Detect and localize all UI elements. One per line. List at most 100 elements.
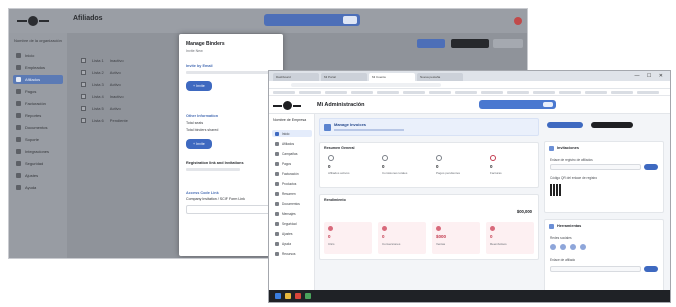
invite-button-2[interactable]: + Invite xyxy=(186,139,212,149)
sidebar-item-active[interactable]: Inicio xyxy=(272,130,312,137)
table-row[interactable]: Lista 5 Activo xyxy=(81,103,121,113)
start-icon[interactable] xyxy=(275,293,281,299)
browser-tab[interactable]: Nueva pestaña xyxy=(417,73,463,81)
kpi-tile: 0 Conversiones xyxy=(378,222,426,254)
social-icon[interactable] xyxy=(550,244,556,250)
registration-link-field[interactable] xyxy=(550,164,641,170)
nav-icon xyxy=(275,231,279,236)
url-field[interactable] xyxy=(291,83,441,87)
home-icon xyxy=(275,131,279,136)
users-icon xyxy=(328,155,334,161)
sidebar-item[interactable]: Documentos xyxy=(272,200,312,207)
sidebar-item[interactable]: Ayuda xyxy=(272,240,312,247)
app-header: Mi Administración xyxy=(269,96,670,114)
back-topbar: Afiliados xyxy=(9,9,527,33)
primary-action-button[interactable] xyxy=(547,122,583,128)
right-column: Invitaciones Enlace de registro de afili… xyxy=(544,141,664,299)
sidebar-item[interactable]: Resumen xyxy=(272,190,312,197)
sidebar-item[interactable]: Inicio xyxy=(13,51,63,60)
sidebar-item[interactable]: Integraciones xyxy=(13,147,63,156)
social-icon[interactable] xyxy=(560,244,566,250)
sidebar-item[interactable]: Documentos xyxy=(13,123,63,132)
social-icons xyxy=(550,244,586,250)
nav-icon xyxy=(16,53,21,58)
app-icon[interactable] xyxy=(305,293,311,299)
taskbar xyxy=(269,290,670,302)
social-icon[interactable] xyxy=(580,244,586,250)
sidebar-item[interactable]: Ajustes xyxy=(13,171,63,180)
foreground-screenshot: Dashboard Mi Portal Mi Cuenta Nueva pest… xyxy=(268,70,671,303)
sidebar-item[interactable]: Pagos xyxy=(13,87,63,96)
sidebar-item[interactable]: Facturación xyxy=(13,99,63,108)
sidebar-item[interactable]: Mensajes xyxy=(272,210,312,217)
back-dark-button[interactable] xyxy=(451,39,489,48)
sidebar-item[interactable]: Empleados xyxy=(13,63,63,72)
sidebar-item[interactable]: Seguridad xyxy=(13,159,63,168)
stat-item: 0 Pagos pendientes xyxy=(432,155,482,183)
sidebar-item[interactable]: Ajustes xyxy=(272,230,312,237)
row-checkbox[interactable] xyxy=(81,69,86,75)
sidebar-item[interactable]: Recursos xyxy=(272,250,312,257)
folder-icon[interactable] xyxy=(285,293,291,299)
search-icon[interactable] xyxy=(543,102,553,107)
social-icon[interactable] xyxy=(570,244,576,250)
affiliate-link-field[interactable] xyxy=(550,266,641,272)
sidebar-item[interactable]: Reportes xyxy=(13,111,63,120)
table-row[interactable]: Lista 1 Inactivo xyxy=(81,55,124,65)
sidebar: Nombre de Empresa Inicio Afiliados Campa… xyxy=(269,114,315,290)
nav-icon xyxy=(16,173,21,178)
sidebar-item[interactable]: Facturación xyxy=(272,170,312,177)
sidebar-item[interactable]: Pagos xyxy=(272,160,312,167)
code-link-field[interactable] xyxy=(186,205,276,214)
main-content: Manage Invoices Resumen General 0 Afiliad… xyxy=(319,118,539,260)
row-checkbox[interactable] xyxy=(81,81,86,87)
window-controls[interactable]: — ☐ ✕ xyxy=(635,73,666,79)
sidebar-item[interactable]: Seguridad xyxy=(272,220,312,227)
sidebar-item[interactable]: Ayuda xyxy=(13,183,63,192)
nav-icon xyxy=(275,151,279,156)
invite-button[interactable]: + Invite xyxy=(186,81,212,91)
org-name: Nombre de Empresa xyxy=(273,118,307,122)
search-icon[interactable] xyxy=(343,16,357,24)
back-primary-button[interactable] xyxy=(417,39,445,48)
browser-icon[interactable] xyxy=(295,293,301,299)
copy-affiliate-button[interactable] xyxy=(644,266,658,272)
browser-tab-active[interactable]: Mi Cuenta xyxy=(369,73,415,81)
address-bar[interactable] xyxy=(269,81,670,89)
dark-action-button[interactable] xyxy=(591,122,633,128)
info-banner: Manage Invoices xyxy=(319,118,539,136)
kpi-tile: $000 Ventas xyxy=(432,222,480,254)
row-checkbox[interactable] xyxy=(81,93,86,99)
sidebar-item[interactable]: Soporte xyxy=(13,135,63,144)
stat-item: 0 Afiliados activos xyxy=(324,155,374,183)
row-checkbox[interactable] xyxy=(81,117,86,123)
refund-icon xyxy=(490,226,495,231)
table-row[interactable]: Lista 2 Activo xyxy=(81,67,121,77)
row-checkbox[interactable] xyxy=(81,57,86,63)
back-secondary-button[interactable] xyxy=(493,39,523,48)
notification-icon[interactable] xyxy=(514,17,522,25)
modal-section: Registration link and Invitations xyxy=(186,161,244,165)
summary-title: Resumen General xyxy=(324,146,355,150)
browser-tab[interactable]: Mi Portal xyxy=(321,73,367,81)
nav-icon xyxy=(275,161,279,166)
back-search-input[interactable] xyxy=(264,14,360,26)
modal-section: Other Information xyxy=(186,114,219,118)
sidebar-item-active[interactable]: Afiliados xyxy=(13,75,63,84)
table-row[interactable]: Lista 3 Activo xyxy=(81,79,121,89)
modal-title: Manage Binders xyxy=(186,41,225,47)
sidebar-item[interactable]: Afiliados xyxy=(272,140,312,147)
sidebar-item[interactable]: Campañas xyxy=(272,150,312,157)
table-row[interactable]: Lista 6 Pendiente xyxy=(81,115,128,125)
search-input[interactable] xyxy=(479,100,556,109)
summary-card: Resumen General 0 Afiliados activos 0 Comi… xyxy=(319,142,539,188)
app-logo[interactable] xyxy=(273,101,301,110)
stat-item: 0 Comisiones totales xyxy=(378,155,428,183)
browser-tab[interactable]: Dashboard xyxy=(273,73,319,81)
sidebar-item[interactable]: Productos xyxy=(272,180,312,187)
nav-icon xyxy=(16,149,21,154)
copy-link-button[interactable] xyxy=(644,164,658,170)
table-row[interactable]: Lista 4 Inactivo xyxy=(81,91,124,101)
row-checkbox[interactable] xyxy=(81,105,86,111)
modal-section: Access Code Link xyxy=(186,191,219,195)
